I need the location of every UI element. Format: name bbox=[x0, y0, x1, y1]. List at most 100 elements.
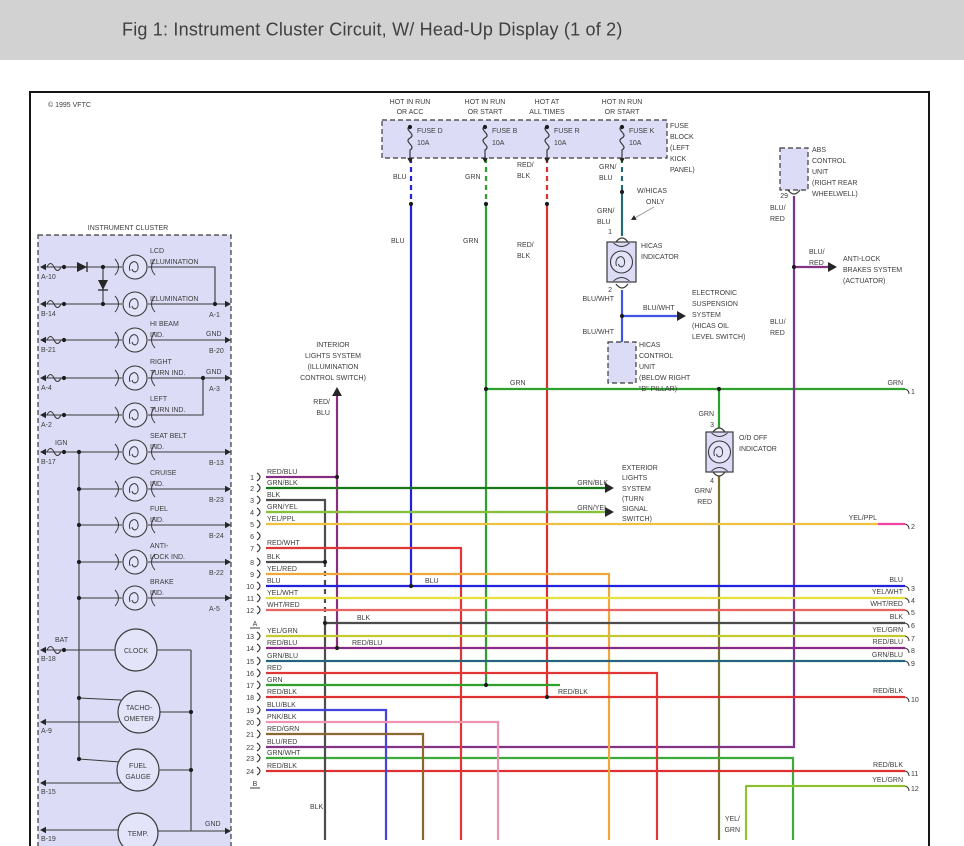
cluster-pin-label: BAT bbox=[55, 637, 69, 644]
wire-code-label: BLU/RED bbox=[267, 739, 297, 746]
wire-code-label: BLU/WHT bbox=[583, 329, 615, 336]
cluster-pin-label: B-20 bbox=[209, 348, 224, 355]
gauge-label: CLOCK bbox=[124, 648, 148, 655]
connector-pin-number: 5 bbox=[250, 522, 254, 529]
wire-code-label: BLU bbox=[597, 219, 611, 226]
wire-code-label: RED bbox=[770, 216, 785, 223]
wire-code-label: CONTROL SWITCH) bbox=[300, 375, 366, 382]
connector-pin-number: 17 bbox=[246, 683, 254, 690]
wire-code-label: RED/BLU bbox=[873, 639, 903, 646]
connector-pin-number: 15 bbox=[246, 659, 254, 666]
junction-dot bbox=[201, 376, 205, 380]
connector-pin-number: 23 bbox=[246, 756, 254, 763]
pin-arc bbox=[713, 472, 725, 476]
gauge-icon bbox=[118, 813, 158, 846]
wire-code-label: GRN bbox=[698, 411, 714, 418]
indicator-label: ILLUMINATION bbox=[150, 259, 199, 266]
pin-tick bbox=[905, 623, 909, 628]
cluster-pin-label: B-19 bbox=[41, 836, 56, 843]
junction-dot bbox=[620, 190, 624, 194]
wire-code-label: YEL/WHT bbox=[267, 590, 299, 597]
gauge-label: FUEL bbox=[129, 763, 147, 770]
connector-pin-number: 10 bbox=[911, 697, 919, 704]
wire-code-label: RED/BLK bbox=[873, 688, 903, 695]
fuse-name: FUSE R bbox=[554, 128, 580, 135]
wire-code-label: YEL/ bbox=[725, 816, 740, 823]
junction-dot bbox=[77, 757, 81, 761]
pin-arc bbox=[257, 718, 260, 726]
junction-dot bbox=[335, 475, 339, 479]
junction-dot bbox=[62, 265, 66, 269]
power-source-label: HOT IN RUN bbox=[602, 99, 643, 106]
junction-dot bbox=[335, 646, 339, 650]
junction-dot bbox=[409, 202, 413, 206]
wire bbox=[633, 207, 654, 219]
indicator-bulb-icon bbox=[123, 292, 147, 316]
indicator-label: IND. bbox=[150, 332, 164, 339]
connector-letter: B bbox=[253, 781, 258, 788]
connector-pin-number: 3 bbox=[250, 498, 254, 505]
indicator-label: CRUISE bbox=[150, 470, 177, 477]
cluster-pin-label: B-17 bbox=[41, 459, 56, 466]
wire-code-label: RED/BLK bbox=[267, 763, 297, 770]
connector-pin-number: 4 bbox=[250, 510, 254, 517]
hicas-indicator-label: INDICATOR bbox=[641, 254, 679, 261]
pin-arc bbox=[257, 606, 260, 614]
indicator-bulb-icon bbox=[123, 477, 147, 501]
indicator-bulb-icon bbox=[611, 251, 633, 273]
fuse-block-label: BLOCK bbox=[670, 134, 694, 141]
gauge-label: TEMP. bbox=[128, 831, 149, 838]
wire-code-label: (HICAS OIL bbox=[692, 323, 729, 330]
indicator-label: LOCK IND. bbox=[150, 554, 185, 561]
fuse-rating: 10A bbox=[629, 140, 642, 147]
junction-dot bbox=[189, 768, 193, 772]
arrowhead bbox=[544, 158, 550, 163]
wire-code-label: YEL/GRN bbox=[872, 777, 903, 784]
connector-letter: A bbox=[253, 621, 258, 628]
connector-pin-number: 4 bbox=[911, 598, 915, 605]
pin-tick bbox=[905, 524, 909, 529]
wire bbox=[266, 574, 609, 840]
fuse-rating: 10A bbox=[417, 140, 430, 147]
cluster-pin-label: B-21 bbox=[41, 347, 56, 354]
wire-code-label: ELECTRONIC bbox=[692, 290, 737, 297]
connector-pin-number: 11 bbox=[911, 771, 918, 778]
wire-code-label: RED bbox=[267, 665, 282, 672]
wire-code-label: BLU/ bbox=[809, 249, 825, 256]
pin-arc bbox=[257, 544, 260, 552]
junction-dot bbox=[77, 523, 81, 527]
od-off-indicator-label: INDICATOR bbox=[739, 446, 777, 453]
indicator-label: TURN IND. bbox=[150, 407, 185, 414]
indicator-bulb-icon bbox=[123, 403, 147, 427]
pin-arc bbox=[257, 730, 260, 738]
fuse-block-label: (LEFT bbox=[670, 145, 690, 152]
wire-code-label: W/HICAS bbox=[637, 188, 667, 195]
wire-code-label: YEL/PPL bbox=[267, 516, 296, 523]
indicator-label: IND. bbox=[150, 481, 164, 488]
pin-arc bbox=[257, 496, 260, 504]
cluster-pin-label: A-4 bbox=[41, 385, 52, 392]
wire-code-label: BLU bbox=[425, 578, 439, 585]
connector-pin-number: 9 bbox=[911, 661, 915, 668]
connector-pin-number: 19 bbox=[246, 708, 254, 715]
wire-code-label: GRN/WHT bbox=[267, 750, 301, 757]
wire-code-label: YEL/RED bbox=[267, 566, 297, 573]
wire-code-label: BLU/BLK bbox=[267, 702, 296, 709]
wire-code-label: ANTI-LOCK bbox=[843, 256, 881, 263]
connector-pin-number: 20 bbox=[246, 720, 254, 727]
junction-dot bbox=[323, 560, 327, 564]
wire-code-label: RED/BLK bbox=[558, 689, 588, 696]
wire-code-label: GRN bbox=[267, 677, 283, 684]
pin-arc bbox=[713, 428, 725, 432]
pin-arc bbox=[257, 570, 260, 578]
pin-arc bbox=[616, 238, 628, 242]
wire-code-label: 1 bbox=[608, 229, 612, 236]
fuse-rating: 10A bbox=[554, 140, 567, 147]
hicas-control-unit-label: UNIT bbox=[639, 364, 656, 371]
wire-code-label: BLK bbox=[310, 804, 324, 811]
indicator-label: LEFT bbox=[150, 396, 168, 403]
wire-code-label: RED bbox=[697, 499, 712, 506]
junction-dot bbox=[545, 695, 549, 699]
wire-code-label: LEVEL SWITCH) bbox=[692, 334, 745, 341]
wire-code-label: GRN bbox=[887, 380, 903, 387]
